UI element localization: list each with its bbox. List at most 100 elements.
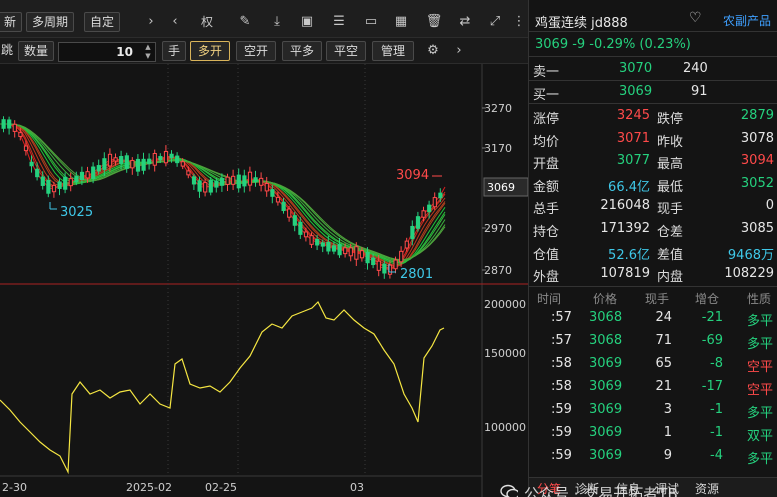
trade-time: :58	[551, 379, 572, 394]
instrument-header: 鸡蛋连续 jd888 ♡ 农副产品	[529, 8, 777, 31]
expand-icon[interactable]: ⤢	[486, 13, 504, 31]
date-label: 03	[350, 481, 364, 494]
stat-value: 9468万	[727, 247, 774, 263]
trade-volume: 21	[655, 379, 672, 394]
hand-button[interactable]: 手	[162, 41, 187, 61]
manage-button[interactable]: 管理	[372, 41, 414, 61]
trade-nature: 多平	[747, 452, 774, 467]
download-icon[interactable]: ⤓	[268, 13, 286, 31]
trade-row[interactable]: :59 3069 9 -4 多平	[529, 445, 777, 468]
stat-value: 3094	[740, 153, 774, 169]
watermark-text: 公众号 · 交易开拓者TB	[524, 485, 678, 497]
volume-tick-label: 100000	[484, 421, 526, 434]
quantity-stepper[interactable]: ▲ ▼	[142, 43, 154, 61]
date-label: 2025-02	[126, 481, 172, 494]
stat-label: 现手	[657, 202, 684, 218]
annotation-high: 3094	[396, 168, 429, 183]
trade-row[interactable]: :59 3069 1 -1 双平	[529, 422, 777, 445]
trade-volume: 24	[655, 310, 672, 325]
new-button[interactable]: 新	[0, 12, 23, 32]
chevron-left-icon[interactable]: ‹	[166, 13, 184, 31]
volume-tick-label: 150000	[484, 347, 526, 360]
trade-change: -8	[710, 356, 723, 371]
trade-nature: 多平	[747, 406, 774, 421]
stats-row: 涨停 3245 跌停 2879	[529, 105, 777, 127]
trade-change: -17	[701, 379, 723, 394]
trade-volume: 71	[655, 333, 672, 348]
close-long-button[interactable]: 平多	[282, 41, 322, 61]
trade-row[interactable]: :57 3068 24 -21 多平	[529, 307, 777, 330]
trade-row[interactable]: :58 3069 65 -8 空平	[529, 353, 777, 376]
close-short-button[interactable]: 平空	[326, 41, 366, 61]
chevron-right-icon[interactable]: ›	[142, 13, 160, 31]
stats-row: 金额 66.4亿 最低 3052	[529, 173, 777, 195]
trade-change: -4	[710, 448, 723, 463]
sliders-icon[interactable]: ☰	[330, 13, 348, 31]
open-long-button[interactable]: 多开	[190, 41, 230, 61]
trash-icon[interactable]: 🗑	[425, 13, 443, 31]
bid-price: 3069	[619, 84, 653, 99]
trade-volume: 9	[663, 448, 672, 463]
chart-canvas[interactable]: 3270 3170 2970 2870 3069 3094 3025 2801 200…	[0, 64, 528, 497]
stat-value: 108229	[724, 266, 774, 282]
trade-nature: 双平	[747, 429, 774, 444]
stat-value: 66.4亿	[608, 179, 650, 195]
volume-tick-label: 200000	[484, 298, 526, 311]
stat-value: 3245	[616, 108, 650, 123]
category-link[interactable]: 农副产品	[723, 12, 771, 29]
current-price-label: 3069	[487, 181, 515, 194]
tab-resources[interactable]: 资源	[695, 480, 719, 497]
instrument-name: 鸡蛋连续 jd888	[535, 16, 628, 31]
trade-price: 3068	[589, 333, 623, 348]
header-change: 增仓	[695, 292, 720, 306]
quantity-label: 数量	[18, 41, 55, 61]
multi-period-button[interactable]: 多周期	[26, 12, 75, 32]
stat-label: 持仓	[533, 225, 560, 240]
trade-time: :59	[551, 425, 572, 440]
ask-row[interactable]: 卖一 3070 240	[529, 58, 777, 80]
stat-label: 差值	[657, 247, 684, 263]
stat-value: 2879	[740, 108, 774, 123]
trade-row[interactable]: :57 3068 71 -69 多平	[529, 330, 777, 353]
date-label: 2-30	[2, 481, 27, 494]
stat-value: 3071	[616, 130, 650, 146]
stat-value: 0	[765, 198, 774, 214]
trade-row[interactable]: :59 3069 3 -1 多平	[529, 399, 777, 422]
date-axis-labels: 2-30 2025-02 02-25 03	[2, 481, 364, 494]
price-tick-label: 2870	[484, 264, 512, 277]
trade-row[interactable]: :58 3069 21 -17 空平	[529, 376, 777, 399]
layout-icon[interactable]: ▦	[392, 13, 410, 31]
settings-icon[interactable]: ⚙	[424, 42, 442, 60]
trade-volume: 3	[663, 402, 672, 417]
more-icon[interactable]: ⋮	[510, 13, 528, 31]
kline-chart[interactable]: 3270 3170 2970 2870 3069 3094 3025 2801 200…	[0, 64, 528, 497]
vertical-gridlines	[167, 64, 366, 476]
heart-icon[interactable]: ♡	[689, 10, 702, 26]
window-icon[interactable]: ▭	[362, 13, 380, 31]
wechat-icon	[500, 484, 518, 497]
trade-header: 时间 价格 现手 增仓 性质	[529, 287, 777, 307]
stat-label: 仓差	[657, 225, 684, 240]
stat-label: 外盘	[533, 270, 560, 286]
header-time: 时间	[537, 292, 562, 306]
pencil-icon[interactable]: ✎	[236, 13, 254, 31]
custom-button[interactable]: 自定	[84, 12, 121, 32]
jump-label: 跳	[1, 43, 14, 57]
annotation-low-1: 3025	[60, 205, 93, 220]
swap-icon[interactable]: ⇄	[456, 13, 474, 31]
stats-row: 开盘 3077 最高 3094	[529, 150, 777, 172]
bid-row[interactable]: 买一 3069 91	[529, 81, 777, 103]
image-icon[interactable]: ▣	[298, 13, 316, 31]
trade-nature: 多平	[747, 337, 774, 352]
weight-button[interactable]: 权	[198, 13, 216, 31]
open-short-button[interactable]: 空开	[236, 41, 276, 61]
header-price: 价格	[593, 292, 618, 306]
stat-value: 3077	[616, 153, 650, 169]
stat-value: 216048	[600, 198, 650, 214]
stat-label: 跌停	[657, 112, 684, 127]
chevron-right-icon[interactable]: ›	[450, 42, 468, 60]
header-nature: 性质	[747, 292, 772, 306]
quote-panel: 鸡蛋连续 jd888 ♡ 农副产品 3069 -9 -0.29% (0.23%)…	[528, 0, 777, 497]
stats-row: 仓值 52.6亿 差值 9468万	[529, 241, 777, 263]
stat-value: 52.6亿	[608, 247, 650, 263]
